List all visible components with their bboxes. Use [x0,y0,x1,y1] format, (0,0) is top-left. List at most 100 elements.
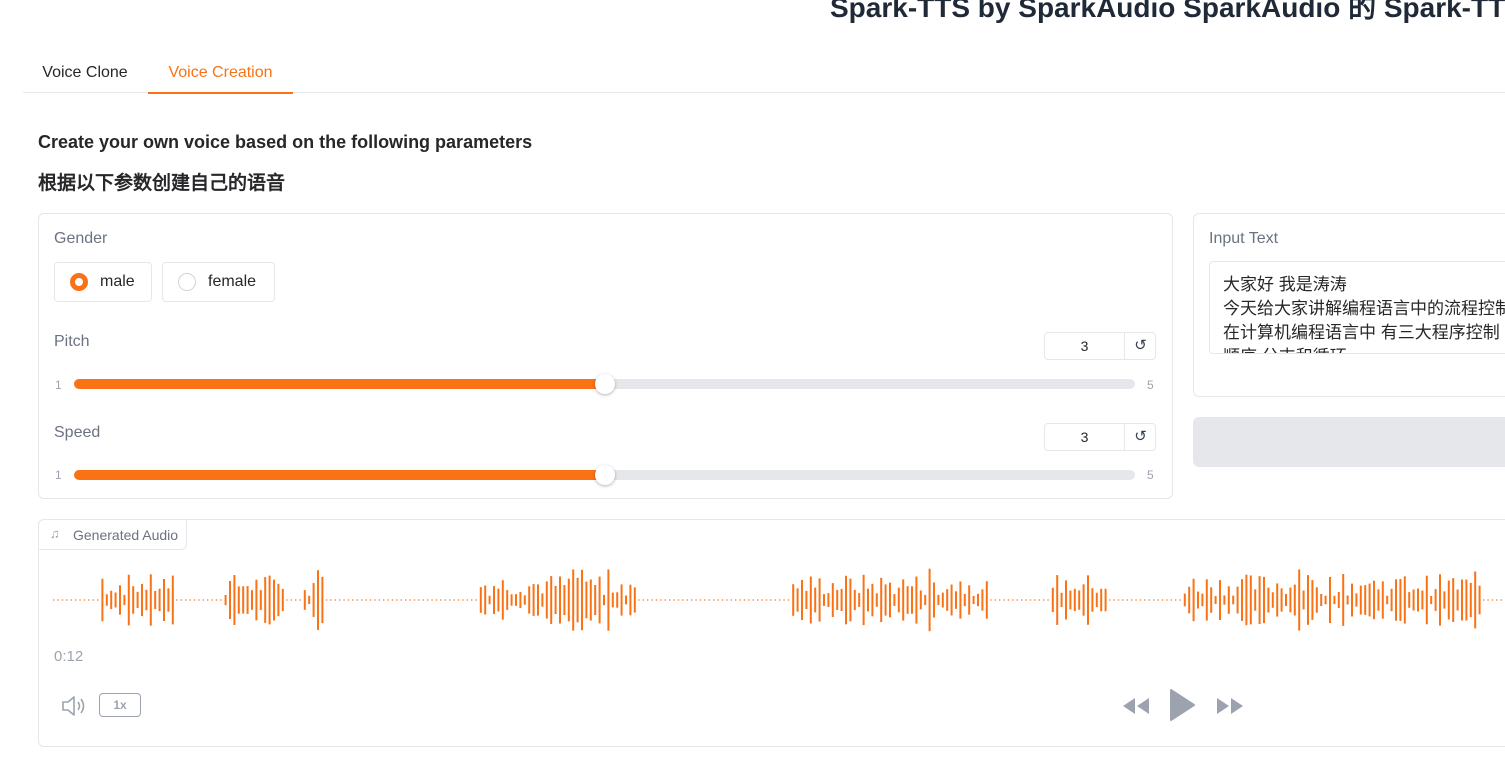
input-text-area[interactable]: 大家好 我是涛涛 今天给大家讲解编程语言中的流程控制 在计算机编程语言中 有三大… [1209,261,1505,354]
speed-slider-thumb[interactable] [594,465,615,485]
waveform-bar [1355,593,1358,607]
waveform-bar [928,568,931,632]
pitch-label: Pitch [54,333,90,350]
waveform-bar [167,588,170,612]
section-heading-cn: 根据以下参数创建自己的语音 [38,173,286,194]
waveform-bar [325,599,328,601]
waveform-bar [440,599,442,601]
waveform-bar [1320,593,1323,606]
audio-label-tag: ♫ Generated Audio [38,519,187,550]
music-note-icon: ♫ [50,526,60,541]
audio-panel: ♫ Generated Audio 0:12 1x [38,519,1505,747]
waveform-bar [312,583,315,617]
generate-button[interactable] [1193,417,1505,467]
waveform-bar [1263,576,1265,624]
reset-icon[interactable]: ↺ [1125,424,1156,450]
waveform-bar [1029,599,1032,601]
waveform-bar [475,599,477,601]
waveform-bar [66,599,68,601]
waveform-bar [105,594,108,606]
waveform-bar [431,599,433,601]
waveform-bar [1298,569,1301,631]
waveform-bar [1359,585,1362,615]
waveform-bar [585,581,588,619]
waveform-bar [1403,576,1406,624]
waveform[interactable] [53,565,1505,635]
waveform-bar [339,599,341,601]
waveform-bar [220,599,222,601]
waveform-bar [959,581,962,619]
tab-voice-creation[interactable]: Voice Creation [148,52,293,94]
waveform-bar [1043,599,1045,601]
waveform-bar [968,585,971,615]
rewind-icon[interactable] [1121,696,1151,716]
waveform-bar [1047,599,1049,601]
waveform-bar [761,599,763,601]
pitch-value[interactable]: 3 [1045,333,1125,359]
waveform-bar [981,589,984,611]
waveform-bar [1329,576,1331,624]
waveform-bar [1170,599,1172,601]
waveform-bar [1381,581,1384,619]
waveform-bar [119,585,121,615]
waveform-bar [352,599,354,601]
waveform-bar [378,599,380,601]
waveform-bar [990,599,992,601]
waveform-bar [202,599,204,601]
tab-voice-clone[interactable]: Voice Clone [23,52,147,92]
pitch-number-input[interactable]: 3 ↺ [1044,332,1156,360]
waveform-bar [1280,588,1283,612]
waveform-bar [127,574,130,626]
waveform-bar [1104,588,1107,612]
waveform-bar [1452,578,1455,622]
waveform-bar [1126,599,1128,601]
speed-value[interactable]: 3 [1045,424,1125,450]
waveform-bar [246,586,249,614]
waveform-bar [145,589,148,611]
waveform-bar [779,599,781,601]
waveform-bar [1214,596,1217,604]
volume-icon[interactable] [61,695,89,717]
waveform-bar [110,590,113,610]
waveform-bar [259,590,262,610]
waveform-bar [1364,585,1367,615]
play-icon[interactable] [1168,688,1196,722]
waveform-bar [603,594,605,606]
waveform-bar [1175,599,1177,601]
waveform-bar [1065,580,1067,620]
waveform-bar [1276,583,1279,617]
speed-slider[interactable] [74,465,1135,485]
radio-unselected-icon [178,273,196,291]
audio-label: Generated Audio [73,527,179,543]
fast-forward-icon[interactable] [1215,696,1245,716]
waveform-bar [633,587,636,613]
waveform-bar [405,599,407,601]
waveform-bar [919,590,922,610]
gender-option-male[interactable]: male [54,262,152,302]
waveform-bar [198,599,200,601]
waveform-bar [1232,595,1235,605]
waveform-bar [1153,599,1155,601]
waveform-bar [752,599,754,601]
waveform-bar [871,583,874,617]
waveform-bar [163,579,165,621]
waveform-bar [136,591,139,609]
waveform-bar [831,583,834,617]
waveform-bar [616,592,619,608]
waveform-bar [1469,582,1472,618]
speed-number-input[interactable]: 3 ↺ [1044,423,1156,451]
pitch-slider-thumb[interactable] [594,374,615,394]
waveform-bar [1483,599,1485,601]
waveform-bar [1434,589,1437,611]
tab-bar: Voice Clone Voice Creation [23,52,1505,94]
playback-rate-button[interactable]: 1x [99,693,141,717]
reset-icon[interactable]: ↺ [1125,333,1156,359]
waveform-bar [427,599,429,601]
waveform-bar [607,569,610,631]
waveform-bar [1386,595,1389,605]
waveform-bar [867,588,869,612]
gender-option-female[interactable]: female [162,262,275,302]
pitch-slider[interactable] [74,374,1135,394]
waveform-bar [347,599,350,601]
waveform-bar [647,599,649,601]
